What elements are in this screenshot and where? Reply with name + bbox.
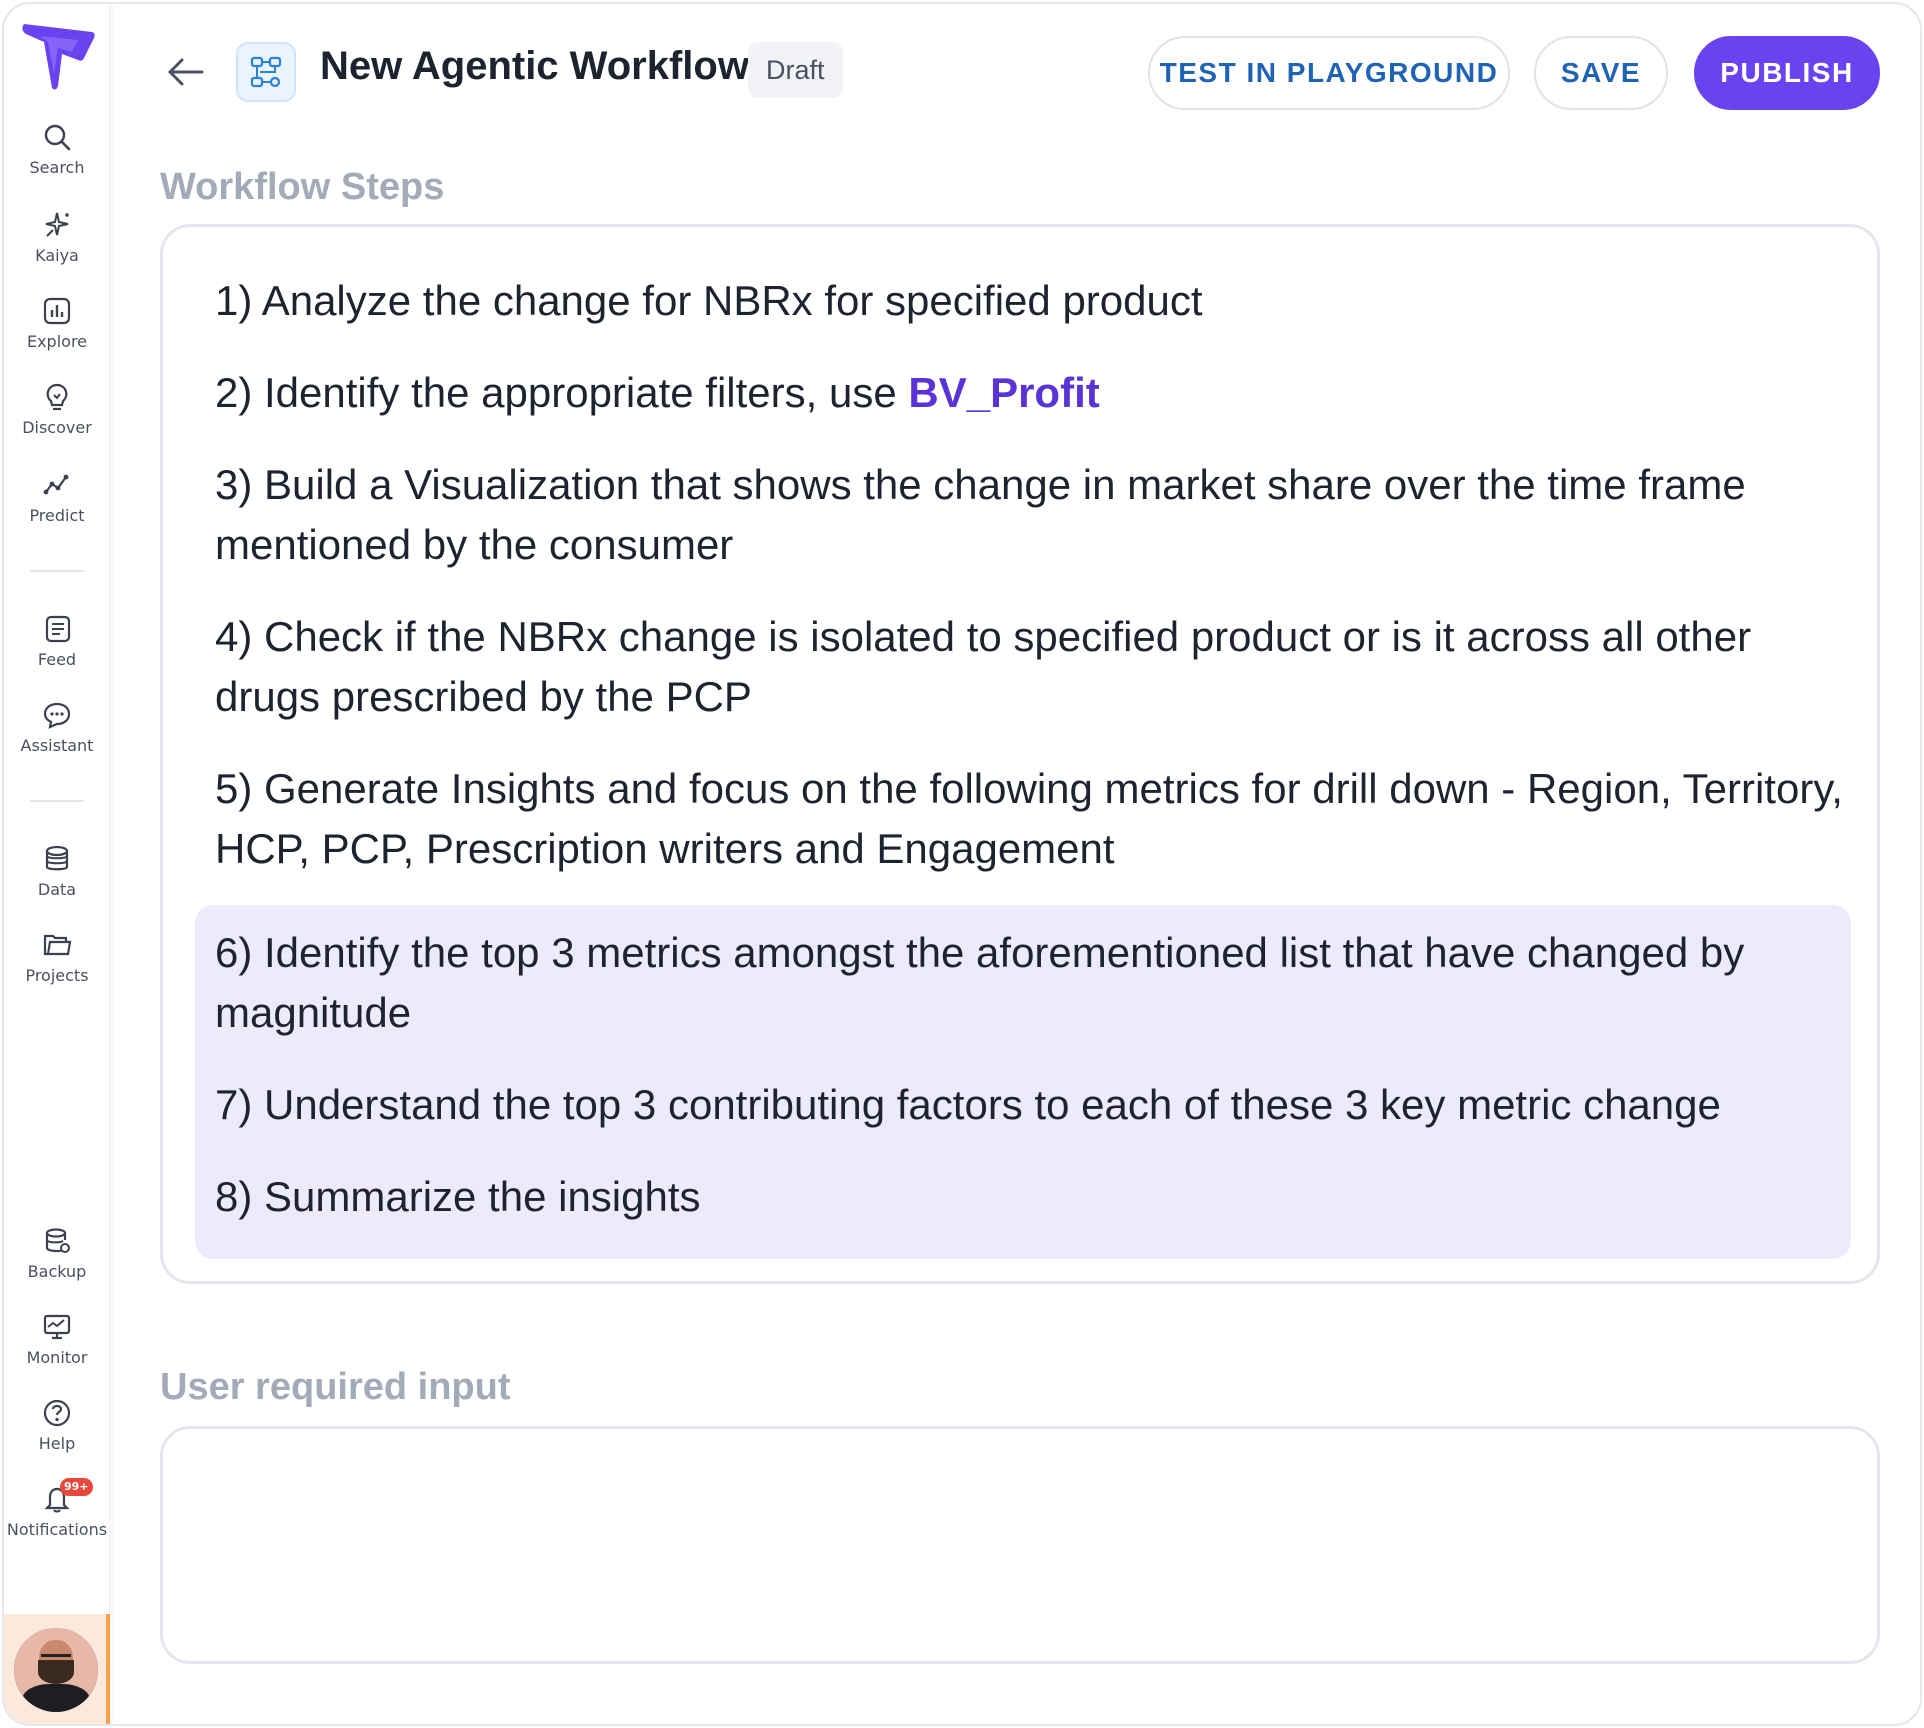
feed-icon: [45, 615, 71, 643]
sidebar-item-label: Data: [37, 880, 77, 899]
step-text: 2) Identify the appropriate filters, use: [215, 369, 909, 416]
sidebar-item-label: Assistant: [20, 736, 94, 755]
step-text: 4) Check if the NBRx change is isolated …: [215, 613, 1752, 720]
sidebar-item-label: Help: [38, 1434, 76, 1453]
sidebar-item-predict[interactable]: Predict: [4, 470, 110, 525]
sidebar-item-projects[interactable]: Projects: [4, 930, 110, 985]
sidebar-item-label: Monitor: [26, 1348, 88, 1367]
avatar[interactable]: [14, 1628, 98, 1712]
status-badge: Draft: [748, 42, 843, 98]
bulb-icon: [46, 383, 68, 411]
step-text: 7) Understand the top 3 contributing fac…: [215, 1081, 1721, 1128]
user-input-label: User required input: [160, 1366, 511, 1408]
workflow-step[interactable]: 2) Identify the appropriate filters, use…: [215, 363, 1855, 423]
sidebar-item-kaiya[interactable]: Kaiya: [4, 210, 110, 265]
workflow-step[interactable]: 6) Identify the top 3 metrics amongst th…: [215, 923, 1855, 1043]
publish-button[interactable]: PUBLISH: [1694, 36, 1880, 110]
sidebar-item-assistant[interactable]: Assistant: [4, 700, 110, 755]
logo-icon[interactable]: [18, 18, 98, 94]
sidebar-item-help[interactable]: Help: [4, 1398, 110, 1453]
user-profile[interactable]: [4, 1614, 110, 1724]
sidebar: Search Kaiya Explore Discover Predict Fe…: [4, 4, 110, 1724]
sidebar-item-label: Discover: [22, 418, 92, 437]
chart-icon: [43, 297, 71, 325]
test-in-playground-button[interactable]: TEST IN PLAYGROUND: [1148, 36, 1510, 110]
trend-icon: [43, 474, 69, 495]
workflow-step[interactable]: 4) Check if the NBRx change is isolated …: [215, 607, 1855, 727]
workflow-step[interactable]: 3) Build a Visualization that shows the …: [215, 455, 1855, 575]
monitor-icon: [43, 1314, 71, 1340]
back-arrow-icon[interactable]: [164, 50, 208, 94]
sidebar-item-label: Explore: [26, 332, 88, 351]
workflow-step[interactable]: 1) Analyze the change for NBRx for speci…: [215, 271, 1855, 331]
sidebar-item-discover[interactable]: Discover: [4, 382, 110, 437]
dataset-reference-link[interactable]: BV_Profit: [908, 369, 1099, 416]
sidebar-item-explore[interactable]: Explore: [4, 296, 110, 351]
save-button[interactable]: SAVE: [1534, 36, 1668, 110]
database-icon: [45, 845, 69, 871]
chat-icon: [43, 702, 71, 729]
sidebar-item-notifications[interactable]: 99+ Notifications: [4, 1478, 110, 1539]
workflow-icon: [236, 42, 296, 102]
help-icon: [43, 1399, 71, 1427]
step-text: 1) Analyze the change for NBRx for speci…: [215, 277, 1203, 324]
workflow-steps-label: Workflow Steps: [160, 166, 445, 208]
sidebar-divider: [30, 570, 84, 572]
sidebar-item-backup[interactable]: Backup: [4, 1226, 110, 1281]
sidebar-divider: [30, 800, 84, 802]
page-title: New Agentic Workflow: [320, 44, 749, 88]
notification-badge: 99+: [60, 1478, 93, 1496]
workflow-step[interactable]: 7) Understand the top 3 contributing fac…: [215, 1075, 1855, 1135]
sidebar-item-label: Kaiya: [35, 246, 79, 265]
workflow-steps-editor[interactable]: 1) Analyze the change for NBRx for speci…: [160, 224, 1880, 1284]
sidebar-item-feed[interactable]: Feed: [4, 614, 110, 669]
step-text: 6) Identify the top 3 metrics amongst th…: [215, 929, 1745, 1036]
workflow-step[interactable]: 5) Generate Insights and focus on the fo…: [215, 759, 1855, 879]
sidebar-item-label: Projects: [25, 966, 89, 985]
step-text: 3) Build a Visualization that shows the …: [215, 461, 1746, 568]
backup-icon: [45, 1228, 70, 1253]
sidebar-item-search[interactable]: Search: [4, 122, 110, 177]
sparkle-icon: [45, 212, 69, 237]
search-icon: [44, 124, 71, 151]
user-input-field[interactable]: [160, 1426, 1880, 1664]
sidebar-item-label: Notifications: [6, 1520, 108, 1539]
step-text: 8) Summarize the insights: [215, 1173, 701, 1220]
sidebar-item-label: Backup: [27, 1262, 87, 1281]
step-text: 5) Generate Insights and focus on the fo…: [215, 765, 1843, 872]
workflow-step[interactable]: 8) Summarize the insights: [215, 1167, 1855, 1227]
folder-icon: [43, 934, 72, 956]
sidebar-item-label: Feed: [37, 650, 77, 669]
sidebar-item-data[interactable]: Data: [4, 844, 110, 899]
app-frame: Search Kaiya Explore Discover Predict Fe…: [2, 2, 1922, 1726]
workflow-nodes-icon: [250, 56, 282, 88]
sidebar-item-label: Search: [29, 158, 85, 177]
sidebar-item-label: Predict: [29, 506, 85, 525]
sidebar-item-monitor[interactable]: Monitor: [4, 1312, 110, 1367]
